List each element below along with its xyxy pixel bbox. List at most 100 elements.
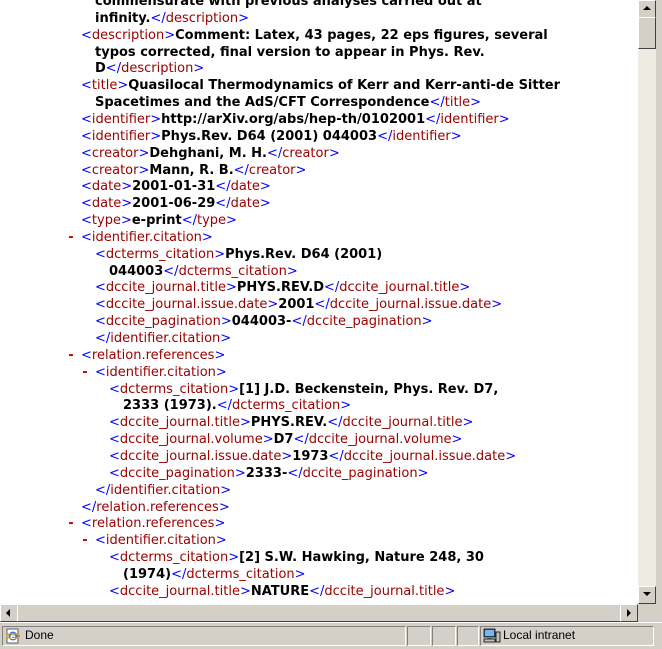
xml-line-content: (1974)</dcterms_citation> [123,567,306,582]
arrow-down-icon [643,592,651,596]
xml-line-content: <identifier.citation> [81,230,213,245]
xml-close-tag: </date> [215,179,271,195]
xml-close-tag: </title> [429,95,482,111]
horizontal-scrollbar[interactable] [0,604,638,622]
xml-text: Dehghani, M. H. [149,145,267,161]
scroll-left-button[interactable] [0,604,18,622]
xml-line: <dccite_journal.issue.date>2001</dccite_… [95,296,502,313]
xml-open-tag: <dcterms_citation> [95,246,226,262]
xml-close-tag: </type> [181,213,237,229]
status-pane-main: e Done [2,626,406,646]
xml-open-tag: <type> [81,213,132,229]
xml-close-tag: </dcterms_citation> [163,263,298,279]
scroll-right-button[interactable] [620,604,638,622]
xml-open-tag: <identifier.citation> [81,229,213,245]
xml-line-content: <dccite_journal.title>PHYS.REV.D</dccite… [95,280,470,295]
xml-line: infinity.</description> [95,10,249,27]
xml-line-content: </relation.references> [81,500,230,515]
xml-open-tag: <dccite_journal.issue.date> [109,448,293,464]
xml-open-tag: <dccite_pagination> [109,465,246,481]
collapse-toggle[interactable]: - [65,347,77,364]
collapse-toggle[interactable]: - [79,532,91,549]
status-bar: e Done Local intranet [0,622,662,649]
xml-line-content: <dcterms_citation>Phys.Rev. D64 (2001) [95,247,382,262]
scrollbar-corner [638,604,656,622]
xml-close-tag: </creator> [233,162,307,178]
xml-line: 2333 (1973).</dcterms_citation> [123,397,351,414]
xml-text: infinity. [95,10,151,26]
xml-line: <dcterms_citation>Phys.Rev. D64 (2001) [95,246,382,263]
xml-text: 2001-06-29 [132,196,216,212]
xml-text: [1] J.D. Beckenstein, Phys. Rev. D7, [239,381,499,397]
xml-close-tag: </relation.references> [81,499,230,515]
xml-close-tag: </description> [105,61,205,77]
xml-line: <description>Comment: Latex, 43 pages, 2… [81,27,548,44]
xml-close-tag: </dccite_journal.issue.date> [328,448,517,464]
xml-line-content: <relation.references> [81,348,225,363]
xml-line: <creator>Mann, R. B.</creator> [81,162,306,179]
status-pane-2 [432,626,456,646]
xml-close-tag: </description> [150,10,249,26]
xml-open-tag: <dcterms_citation> [109,381,240,397]
status-pane-3 [457,626,479,646]
xml-text: 2333- [245,465,288,481]
scroll-down-button[interactable] [638,586,656,604]
xml-open-tag: <identifier.citation> [95,533,227,549]
xml-line-content: 2333 (1973).</dcterms_citation> [123,398,351,413]
horizontal-scroll-thumb[interactable] [17,604,621,622]
xml-line: - <identifier.citation> [82,532,227,549]
xml-open-tag: <description> [81,27,176,43]
xml-open-tag: <dccite_journal.title> [109,415,251,431]
xml-close-tag: </identifier.citation> [95,482,232,498]
xml-open-tag: <dccite_journal.title> [109,583,251,599]
xml-open-tag: <dccite_pagination> [95,314,232,330]
arrow-right-icon [627,609,631,617]
xml-text: (1974) [123,566,172,582]
xml-open-tag: <date> [81,196,133,212]
xml-text: typos corrected, final version to appear… [95,44,485,60]
xml-close-tag: </dccite_journal.volume> [293,432,463,448]
xml-line-content: <dcterms_citation>[2] S.W. Hawking, Natu… [109,550,484,565]
status-text: Done [25,628,54,642]
xml-open-tag: <relation.references> [81,347,226,363]
xml-line-content: <title>Quasilocal Thermodynamics of Kerr… [81,78,560,93]
collapse-toggle[interactable]: - [65,515,77,532]
collapse-toggle[interactable]: - [65,229,77,246]
arrow-up-icon [643,6,651,10]
xml-open-tag: <creator> [81,145,150,161]
intranet-computer-icon [483,628,501,643]
zone-pane: Local intranet [480,626,654,646]
xml-close-tag: </identifier.citation> [95,331,232,346]
xml-document-viewport[interactable]: commensurate with previous analyses carr… [0,0,638,604]
vertical-scroll-thumb[interactable] [638,17,656,49]
xml-line-content: <type>e-print</type> [81,213,237,228]
collapse-toggle[interactable]: - [79,364,91,381]
xml-line: <dccite_pagination>2333-</dccite_paginat… [109,465,428,482]
xml-line: <dccite_journal.title>PHYS.REV.</dccite_… [109,414,473,431]
xml-text: D [95,61,106,77]
xml-line: D</description> [95,60,204,77]
svg-text:e: e [10,632,16,641]
xml-open-tag: <title> [81,78,129,94]
xml-text: Quasilocal Thermodynamics of Kerr and Ke… [128,78,561,94]
xml-close-tag: </dcterms_citation> [216,398,352,414]
xml-text: D7 [273,432,294,448]
xml-line-content: <identifier.citation> [95,365,227,380]
xml-text: 2001 [278,297,315,313]
xml-line-content: infinity.</description> [95,11,249,26]
xml-open-tag: <dccite_journal.title> [95,280,237,296]
xml-line: </identifier.citation> [95,330,231,347]
xml-line-content: </identifier.citation> [95,331,231,346]
xml-line-content: D</description> [95,61,204,76]
xml-line-content: <date>2001-01-31</date> [81,179,271,194]
xml-line: Spacetimes and the AdS/CFT Correspondenc… [95,94,481,111]
xml-close-tag: </identifier> [425,111,510,127]
vertical-scrollbar[interactable] [638,0,656,604]
xml-line-content: <date>2001-06-29</date> [81,196,271,211]
xml-line-content: <identifier>http://arXiv.org/abs/hep-th/… [81,112,510,127]
scroll-up-button[interactable] [638,0,656,18]
xml-line-content: <dccite_journal.volume>D7</dccite_journa… [109,432,462,447]
xml-close-tag: </creator> [266,145,340,161]
xml-line-content: <dccite_journal.issue.date>1973</dccite_… [109,449,516,464]
xml-line-content: </identifier.citation> [95,483,231,498]
